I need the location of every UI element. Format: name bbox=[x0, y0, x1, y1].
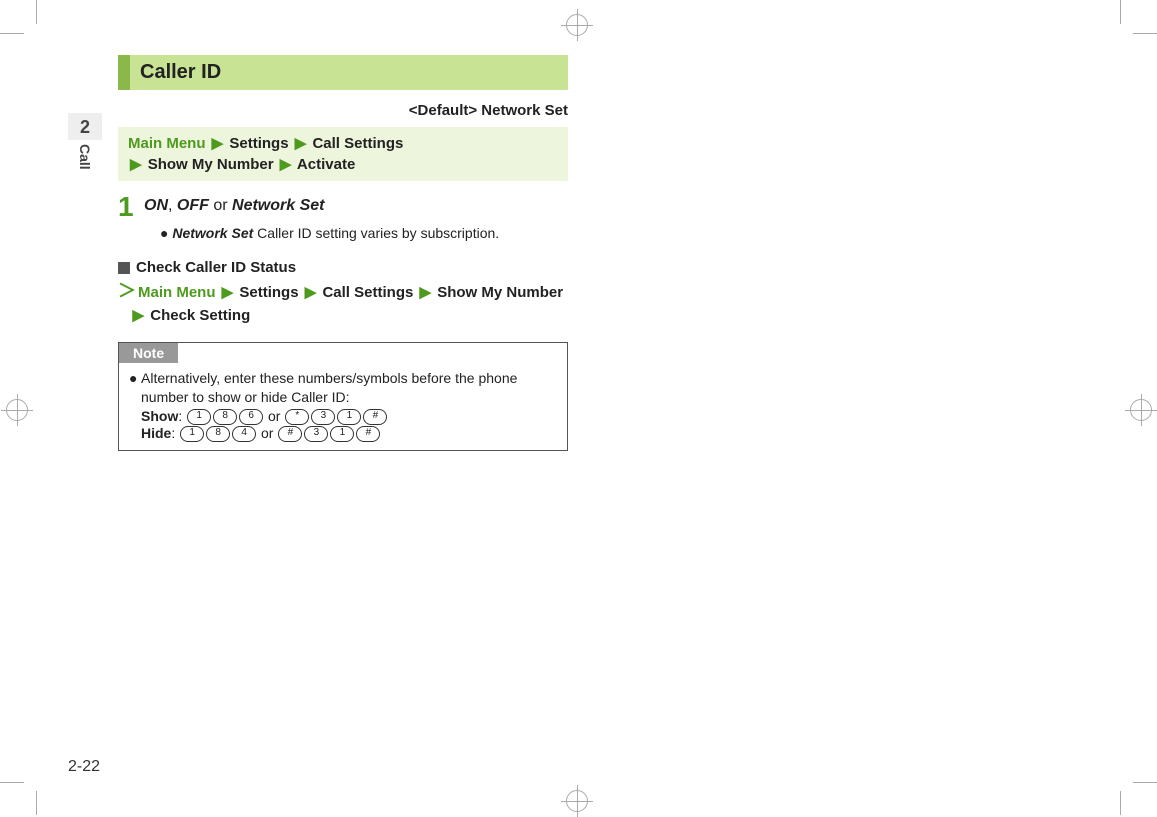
key-icon: 8 bbox=[213, 409, 237, 425]
arrow-icon: ▶ bbox=[131, 307, 147, 324]
bullet-icon: ● bbox=[160, 225, 168, 241]
note-hide-line: Hide: 184 or #31# bbox=[119, 425, 567, 442]
menu-path-primary: Main Menu ▶ Settings ▶ Call Settings ▶ S… bbox=[118, 127, 568, 181]
step-number: 1 bbox=[118, 193, 144, 221]
step-body: ON, OFF or Network Set bbox=[144, 193, 324, 215]
key-icon: * bbox=[285, 409, 309, 425]
note-text: Alternatively, enter these numbers/symbo… bbox=[141, 370, 517, 406]
chevron-icon: ＞ bbox=[118, 281, 138, 301]
subheading-text: Check Caller ID Status bbox=[136, 259, 296, 276]
bullet-icon: ● bbox=[129, 369, 137, 389]
crop-mark bbox=[1133, 782, 1157, 783]
option-off: OFF bbox=[177, 197, 209, 214]
or-text: or bbox=[261, 425, 277, 441]
arrow-icon: ▶ bbox=[128, 156, 144, 173]
note-show-line: Show: 186 or *31# bbox=[119, 408, 567, 425]
path-item: Show My Number bbox=[437, 284, 563, 301]
registration-mark bbox=[566, 790, 588, 812]
crop-mark bbox=[1120, 0, 1121, 24]
path-item: Activate bbox=[297, 156, 355, 173]
header-accent bbox=[118, 55, 130, 90]
registration-mark bbox=[566, 14, 588, 36]
key-icon: 3 bbox=[311, 409, 335, 425]
option-network-set: Network Set bbox=[232, 197, 324, 214]
subheading: Check Caller ID Status bbox=[118, 259, 568, 276]
arrow-icon: ▶ bbox=[210, 135, 226, 152]
arrow-icon: ▶ bbox=[293, 135, 309, 152]
page-number: 2-22 bbox=[68, 758, 100, 776]
arrow-icon: ▶ bbox=[278, 156, 294, 173]
page-content: Caller ID <Default> Network Set Main Men… bbox=[68, 55, 578, 451]
path-item: Settings bbox=[239, 284, 298, 301]
key-icon: # bbox=[356, 426, 380, 442]
note-box: Note ● Alternatively, enter these number… bbox=[118, 342, 568, 452]
key-icon: 4 bbox=[232, 426, 256, 442]
arrow-icon: ▶ bbox=[303, 284, 319, 301]
path-item: Show My Number bbox=[148, 156, 274, 173]
comma: , bbox=[168, 197, 177, 214]
note-rest: Caller ID setting varies by subscription… bbox=[253, 225, 499, 241]
square-icon bbox=[118, 262, 130, 274]
crop-mark bbox=[0, 782, 24, 783]
arrow-icon: ▶ bbox=[418, 284, 434, 301]
crop-mark bbox=[1120, 791, 1121, 815]
section-title: Caller ID bbox=[130, 55, 568, 90]
registration-mark bbox=[1130, 399, 1152, 421]
option-on: ON bbox=[144, 197, 168, 214]
key-icon: 1 bbox=[187, 409, 211, 425]
crop-mark bbox=[36, 791, 37, 815]
path-item: Main Menu bbox=[138, 284, 216, 301]
or-text: or bbox=[209, 197, 232, 214]
path-item: Call Settings bbox=[322, 284, 413, 301]
step-row: 1 ON, OFF or Network Set bbox=[118, 193, 568, 221]
path-item: Main Menu bbox=[128, 135, 206, 152]
crop-mark bbox=[0, 33, 24, 34]
key-icon: 6 bbox=[239, 409, 263, 425]
key-icon: 1 bbox=[330, 426, 354, 442]
step-subnote: ● Network Set Caller ID setting varies b… bbox=[160, 225, 568, 241]
key-icon: 3 bbox=[304, 426, 328, 442]
key-icon: 1 bbox=[337, 409, 361, 425]
path-item: Check Setting bbox=[150, 307, 250, 324]
menu-path-secondary: ＞Main Menu ▶ Settings ▶ Call Settings ▶ … bbox=[118, 278, 568, 328]
show-label: Show bbox=[141, 408, 178, 424]
crop-mark bbox=[1133, 33, 1157, 34]
path-item: Settings bbox=[229, 135, 288, 152]
path-item: Call Settings bbox=[312, 135, 403, 152]
note-label: Note bbox=[119, 343, 178, 363]
crop-mark bbox=[36, 0, 37, 24]
note-body: ● Alternatively, enter these numbers/sym… bbox=[119, 363, 567, 408]
default-value-line: <Default> Network Set bbox=[118, 102, 568, 119]
or-text: or bbox=[268, 408, 284, 424]
key-icon: 1 bbox=[180, 426, 204, 442]
section-header: Caller ID bbox=[118, 55, 568, 90]
hide-label: Hide bbox=[141, 425, 171, 441]
note-term: Network Set bbox=[172, 225, 253, 241]
key-icon: 8 bbox=[206, 426, 230, 442]
key-icon: # bbox=[363, 409, 387, 425]
key-icon: # bbox=[278, 426, 302, 442]
arrow-icon: ▶ bbox=[220, 284, 236, 301]
registration-mark bbox=[6, 399, 28, 421]
